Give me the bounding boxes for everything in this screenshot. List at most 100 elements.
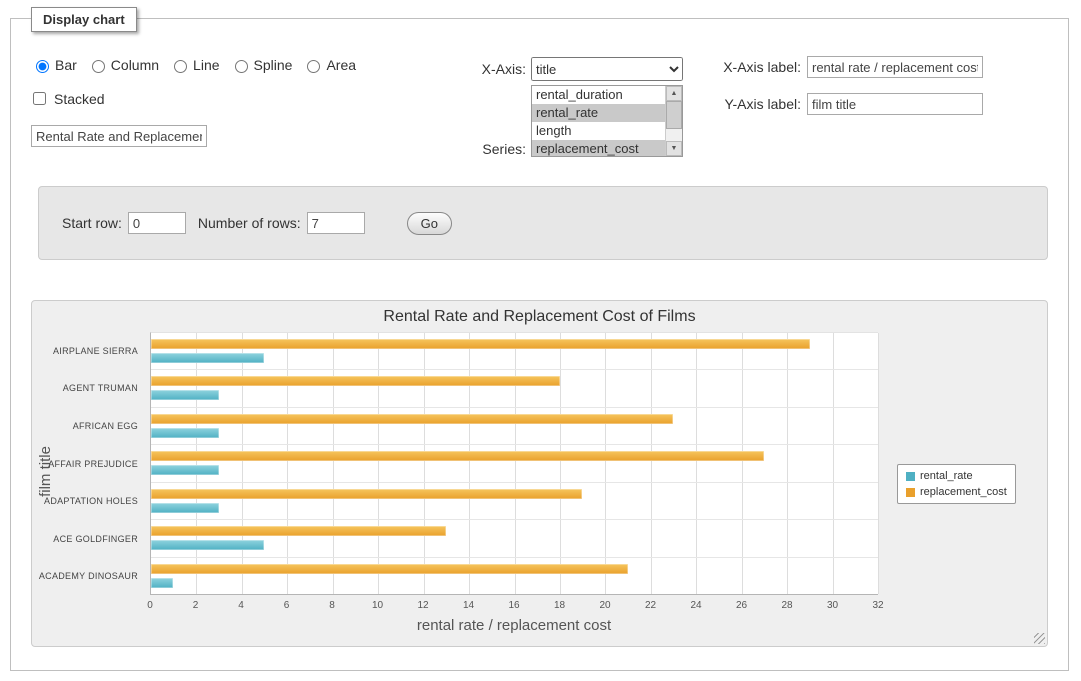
bar-rental_rate [151, 578, 173, 588]
bar-replacement_cost [151, 376, 560, 386]
x-axis-label-field-label: X-Axis label: [687, 59, 801, 75]
row-range-panel: Start row: Number of rows: Go [38, 186, 1048, 260]
legend-swatch [906, 488, 915, 497]
x-tick-label: 10 [372, 600, 383, 611]
chart-title-input[interactable] [31, 125, 207, 147]
chart-type-option-bar[interactable]: Bar [31, 57, 77, 73]
x-axis-select[interactable]: title [531, 57, 683, 81]
stacked-label: Stacked [54, 91, 105, 107]
series-scrollbar[interactable]: ▲ ▼ [665, 86, 682, 156]
category-label: ADAPTATION HOLES [32, 482, 144, 520]
chart-title: Rental Rate and Replacement Cost of Film… [32, 308, 1047, 326]
x-ticks: 02468101214161820222426283032 [150, 600, 878, 614]
bar-replacement_cost [151, 451, 764, 461]
category-band [151, 408, 878, 445]
bar-replacement_cost [151, 414, 673, 424]
x-tick-label: 30 [827, 600, 838, 611]
x-tick-label: 22 [645, 600, 656, 611]
chart-type-radio-area[interactable] [307, 60, 320, 73]
bar-rental_rate [151, 503, 219, 513]
chart-type-option-column[interactable]: Column [87, 57, 159, 73]
scroll-thumb[interactable] [666, 101, 682, 129]
category-label: ACADEMY DINOSAUR [32, 557, 144, 595]
x-tick-label: 26 [736, 600, 747, 611]
category-band [151, 333, 878, 370]
category-band [151, 370, 878, 407]
num-rows-label: Number of rows: [198, 215, 301, 231]
y-axis-label-input[interactable] [807, 93, 983, 115]
chart-type-radio-label: Spline [254, 57, 293, 73]
x-tick-label: 4 [238, 600, 244, 611]
x-tick-label: 20 [599, 600, 610, 611]
legend-label: replacement_cost [920, 486, 1007, 498]
bar-replacement_cost [151, 564, 628, 574]
bar-rental_rate [151, 353, 264, 363]
bar-replacement_cost [151, 489, 582, 499]
x-tick-label: 12 [417, 600, 428, 611]
x-axis-title: rental rate / replacement cost [150, 617, 878, 634]
chart-type-option-line[interactable]: Line [169, 57, 219, 73]
series-option-length[interactable]: length [532, 122, 665, 140]
num-rows-input[interactable] [307, 212, 365, 234]
category-label: AFRICAN EGG [32, 407, 144, 445]
chart-legend: rental_rate replacement_cost [897, 464, 1016, 504]
series-option-rental_rate[interactable]: rental_rate [532, 104, 665, 122]
gridline [878, 333, 879, 594]
x-tick-label: 18 [554, 600, 565, 611]
category-label: ACE GOLDFINGER [32, 520, 144, 558]
series-select-label: Series: [391, 141, 526, 157]
chart-type-radio-line[interactable] [174, 60, 187, 73]
series-options: rental_durationrental_ratelengthreplacem… [532, 86, 665, 156]
panel-legend: Display chart [31, 7, 137, 32]
chart-type-option-area[interactable]: Area [302, 57, 356, 73]
x-tick-label: 6 [284, 600, 290, 611]
chart-type-radio-bar[interactable] [36, 60, 49, 73]
x-tick-label: 8 [329, 600, 335, 611]
go-button[interactable]: Go [407, 212, 452, 235]
chart-type-option-spline[interactable]: Spline [230, 57, 293, 73]
stacked-checkbox[interactable] [33, 92, 46, 105]
x-tick-label: 14 [463, 600, 474, 611]
category-labels: AIRPLANE SIERRAAGENT TRUMANAFRICAN EGGAF… [32, 332, 144, 595]
category-label: AFFAIR PREJUDICE [32, 445, 144, 483]
start-row-input[interactable] [128, 212, 186, 234]
resize-handle-icon[interactable] [1034, 633, 1045, 644]
bar-rental_rate [151, 465, 219, 475]
series-option-replacement_cost[interactable]: replacement_cost [532, 140, 665, 157]
legend-item-replacement_cost[interactable]: replacement_cost [906, 486, 1007, 498]
chart-container: Rental Rate and Replacement Cost of Film… [31, 300, 1048, 647]
bar-rental_rate [151, 428, 219, 438]
chart-type-radio-label: Column [111, 57, 159, 73]
category-band [151, 445, 878, 482]
bar-replacement_cost [151, 526, 446, 536]
chart-type-radios: Bar Column Line Spline Area [31, 57, 356, 73]
chart-type-radio-spline[interactable] [235, 60, 248, 73]
chart-type-radio-label: Area [326, 57, 356, 73]
bar-rental_rate [151, 540, 264, 550]
y-axis-label-field-label: Y-Axis label: [687, 96, 801, 112]
display-chart-panel: Display chart BarColumnLineSplineArea St… [10, 18, 1069, 671]
x-axis-select-label: X-Axis: [391, 61, 526, 77]
series-multiselect[interactable]: rental_durationrental_ratelengthreplacem… [531, 85, 683, 157]
x-tick-label: 2 [193, 600, 199, 611]
category-band [151, 558, 878, 594]
category-band [151, 520, 878, 557]
scroll-down-icon[interactable]: ▼ [666, 141, 682, 156]
scroll-up-icon[interactable]: ▲ [666, 86, 682, 101]
series-option-rental_duration[interactable]: rental_duration [532, 86, 665, 104]
x-tick-label: 24 [690, 600, 701, 611]
legend-label: rental_rate [920, 470, 973, 482]
plot-area [150, 332, 878, 595]
chart-type-radio-column[interactable] [92, 60, 105, 73]
plot-rows [151, 333, 878, 594]
category-band [151, 483, 878, 520]
chart-type-radio-label: Line [193, 57, 219, 73]
x-tick-label: 16 [508, 600, 519, 611]
legend-swatch [906, 472, 915, 481]
bar-replacement_cost [151, 339, 810, 349]
stacked-option[interactable]: Stacked [29, 89, 105, 108]
category-label: AGENT TRUMAN [32, 370, 144, 408]
bar-rental_rate [151, 390, 219, 400]
legend-item-rental_rate[interactable]: rental_rate [906, 470, 1007, 482]
x-axis-label-input[interactable] [807, 56, 983, 78]
